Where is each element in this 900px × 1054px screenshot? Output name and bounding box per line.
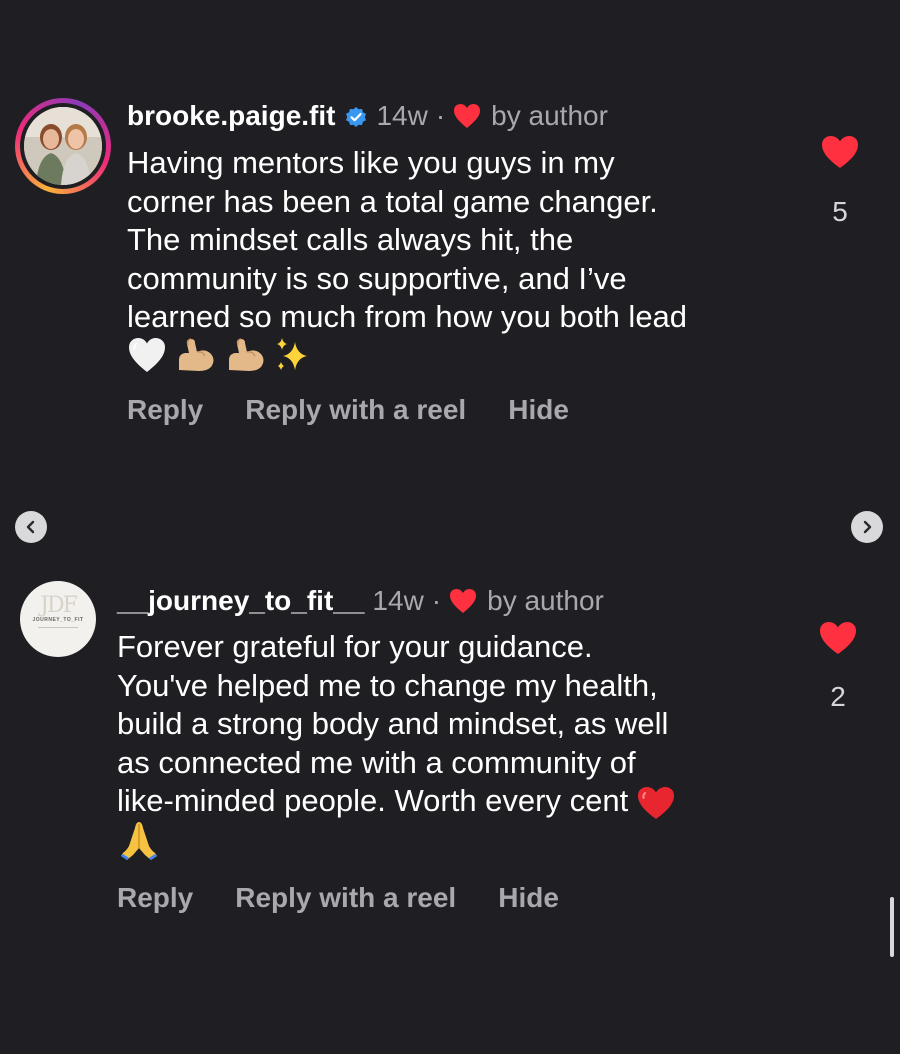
username[interactable]: brooke.paige.fit: [127, 100, 335, 132]
like-count: 5: [832, 196, 848, 227]
author-liked-heart-icon: [449, 588, 477, 614]
logo-mark: JDF: [40, 593, 78, 618]
username[interactable]: __journey_to_fit__: [117, 585, 364, 617]
separator-dot: ·: [435, 100, 446, 131]
like-count: 2: [830, 681, 846, 712]
emoji-line: [117, 820, 161, 862]
next-button[interactable]: [851, 511, 883, 543]
liked-by-author-label: by author: [487, 585, 604, 616]
comment-time: 14w: [372, 585, 424, 616]
chevron-left-icon: [26, 520, 35, 534]
reply-with-reel-button[interactable]: Reply with a reel: [245, 394, 466, 426]
reply-button[interactable]: Reply: [127, 394, 203, 426]
white-heart-emoji: [129, 338, 165, 372]
comment-header: __journey_to_fit__ 14w · by author: [117, 581, 604, 621]
avatar[interactable]: JDF JOURNEY_TO_FIT: [20, 581, 96, 657]
hide-button[interactable]: Hide: [508, 394, 569, 426]
liked-by-author-label: by author: [491, 100, 608, 131]
reply-button[interactable]: Reply: [117, 882, 193, 914]
hide-button[interactable]: Hide: [498, 882, 559, 914]
flexed-biceps-emoji: [229, 338, 264, 371]
folded-hands-emoji: [121, 822, 157, 860]
comment-header: brooke.paige.fit 14w · by author: [127, 96, 608, 136]
avatar-photo: [24, 107, 102, 185]
logo-text: JOURNEY_TO_FIT: [32, 617, 84, 623]
reply-with-reel-button[interactable]: Reply with a reel: [235, 882, 456, 914]
flexed-biceps-emoji: [179, 338, 214, 371]
verified-badge-icon: [344, 104, 368, 128]
like-heart-icon[interactable]: [820, 134, 860, 170]
comment-text-content: Forever grateful for your guidance. You'…: [117, 629, 669, 818]
separator-dot: ·: [431, 585, 442, 616]
like-heart-icon[interactable]: [818, 620, 858, 656]
scrollbar[interactable]: [890, 897, 894, 957]
comment-text: Having mentors like you guys in my corne…: [127, 145, 688, 334]
sparkles-emoji: [277, 338, 307, 370]
author-liked-heart-icon: [453, 103, 481, 129]
logo-subline: [20, 626, 96, 630]
previous-button[interactable]: [15, 511, 47, 543]
avatar[interactable]: [15, 98, 111, 194]
comment-text: Forever grateful for your guidance. You'…: [117, 628, 797, 821]
red-heart-emoji: [638, 786, 675, 819]
comment-actions: Reply Reply with a reel Hide: [117, 882, 601, 914]
emoji-line: [127, 336, 313, 374]
comment-time: 14w: [376, 100, 428, 131]
comment-actions: Reply Reply with a reel Hide: [127, 394, 611, 426]
chevron-right-icon: [863, 520, 872, 534]
